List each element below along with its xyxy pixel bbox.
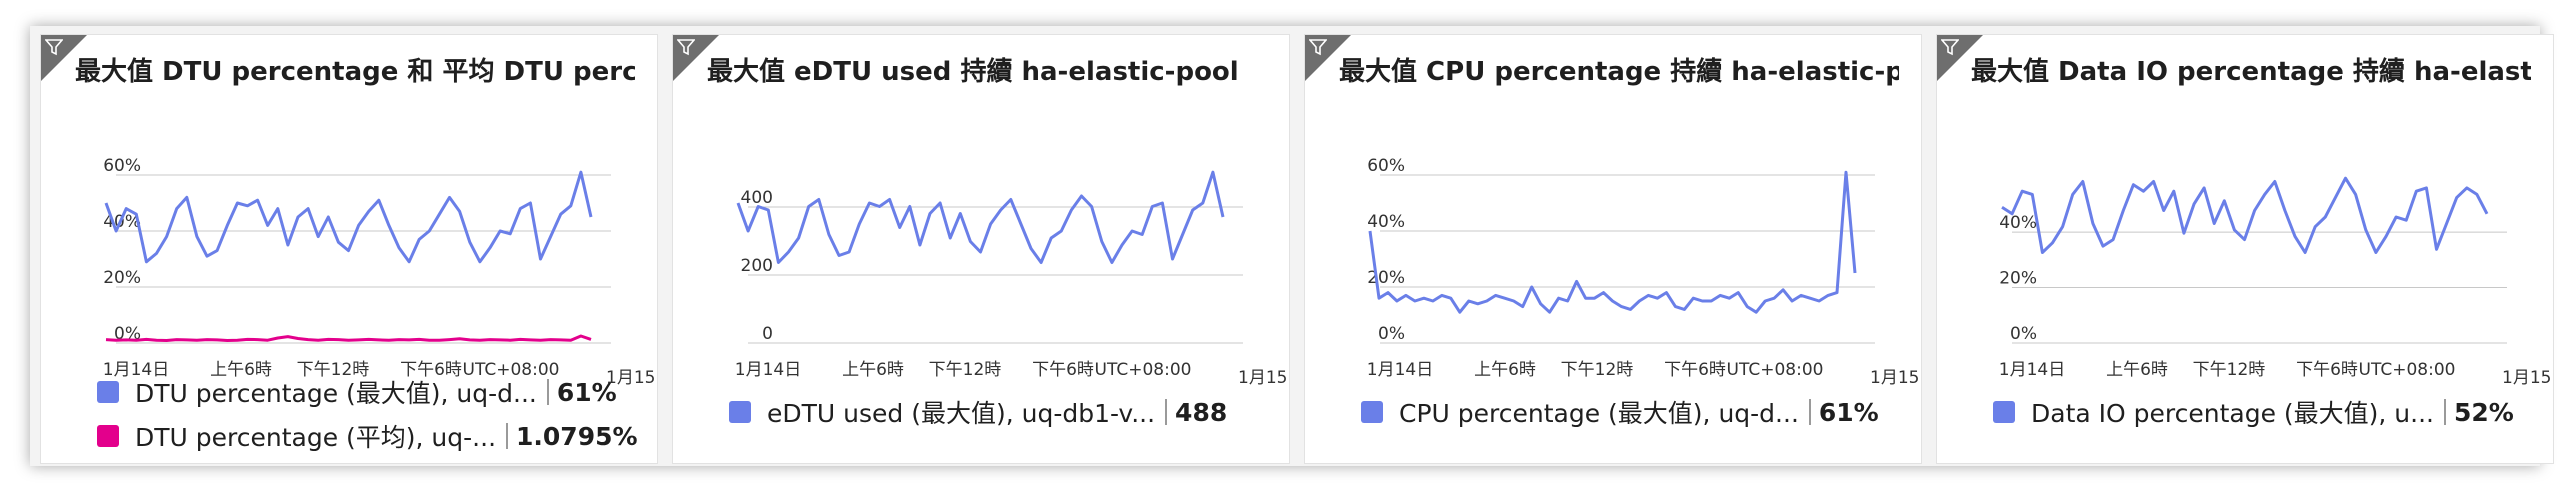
filter-icon[interactable]: [45, 38, 63, 56]
y-tick-label: 40%: [1367, 212, 1405, 232]
y-tick-label: 60%: [1367, 156, 1405, 176]
legend-separator: [506, 423, 509, 449]
x-tick-label: 下午6時: [1032, 360, 1094, 380]
tile-title: 最大值 eDTU used 持續 ha-elastic-pool: [707, 57, 1239, 87]
tile-title: 最大值 Data IO percentage 持續 ha-elastic-...: [1971, 57, 2531, 87]
y-tick-label: 20%: [103, 268, 141, 288]
legend-series-name: DTU percentage (最大值), uq-d...: [135, 379, 537, 408]
y-tick-label: 0%: [2010, 324, 2037, 344]
x-tick-label: 1月15日 下午: [2502, 368, 2554, 388]
x-tick-label: 1月14日: [1367, 360, 1433, 380]
filter-icon[interactable]: [1941, 38, 1959, 56]
y-tick-label: 200: [741, 256, 773, 276]
chart-legend: DTU percentage (最大值), uq-d... 61% DTU perc…: [97, 370, 638, 458]
legend-item[interactable]: eDTU used (最大值), uq-db1-v... 488: [729, 390, 1269, 434]
x-tick-label: 1月15日 下午: [1238, 368, 1290, 388]
x-tick-label: 1月15日 下午: [1870, 368, 1922, 388]
x-tick-label: 上午6時: [842, 360, 904, 380]
y-tick-label: 0: [762, 324, 773, 344]
chart-legend: eDTU used (最大值), uq-db1-v... 488: [729, 390, 1269, 434]
x-tick-label: UTC+08:00: [2359, 360, 2456, 380]
y-tick-label: 20%: [1999, 269, 2037, 289]
legend-swatch: [97, 425, 119, 447]
x-tick-label: 下午12時: [2193, 360, 2266, 380]
legend-value: 1.0795%: [516, 421, 638, 451]
legend-item[interactable]: Data IO percentage (最大值), u... 52%: [1993, 390, 2533, 434]
x-tick-label: 上午6時: [2106, 360, 2168, 380]
x-tick-label: 下午12時: [929, 360, 1002, 380]
x-tick-label: 1月14日: [735, 360, 801, 380]
x-tick-label: UTC+08:00: [1095, 360, 1192, 380]
y-tick-label: 0%: [1378, 324, 1405, 344]
x-tick-label: 上午6時: [1474, 360, 1536, 380]
legend-separator: [1165, 399, 1168, 425]
legend-item[interactable]: DTU percentage (平均), uq-... 1.0795%: [97, 414, 638, 458]
legend-series-name: eDTU used (最大值), uq-db1-v...: [767, 399, 1156, 428]
series-line-1[interactable]: [2001, 176, 2489, 254]
line-chart[interactable]: 400 200 0 1月14日 上午6時 下午12時 下午6時UTC+08:00 1月15日 …: [673, 105, 1290, 395]
x-tick-label: 下午12時: [1561, 360, 1634, 380]
series-line-2[interactable]: [105, 334, 592, 342]
line-chart[interactable]: 60% 40% 20% 0% 1月14日 上午6時 下午12時 下午6時 UTC+08:00 1月…: [1305, 105, 1922, 395]
legend-value: 488: [1175, 397, 1228, 427]
metric-tile-4[interactable]: 最大值 Data IO percentage 持續 ha-elastic-...…: [1936, 34, 2554, 464]
line-chart[interactable]: 60%40%20%0%1月14日 上午6時 下午12時 下午6時 UTC+08:00 1月…: [41, 105, 658, 395]
y-tick-label: 60%: [103, 156, 141, 176]
x-tick-label: 下午6時: [1664, 360, 1726, 380]
x-tick-label: 下午6時: [2296, 360, 2358, 380]
legend-separator: [2444, 399, 2446, 425]
legend-series-name: CPU percentage (最大值), uq-d...: [1399, 399, 1799, 428]
legend-swatch: [1361, 401, 1383, 423]
metric-tile-1[interactable]: 最大值 DTU percentage 和 平均 DTU percen... 60%…: [40, 34, 658, 464]
legend-value: 61%: [1818, 397, 1879, 427]
legend-value: 52%: [2454, 397, 2514, 427]
legend-swatch: [1993, 401, 2015, 423]
legend-swatch: [729, 401, 751, 423]
metric-tile-3[interactable]: 最大值 CPU percentage 持續 ha-elastic-pool 60%…: [1304, 34, 1922, 464]
legend-separator: [1808, 399, 1811, 425]
legend-series-name: DTU percentage (平均), uq-...: [135, 423, 497, 452]
legend-item[interactable]: CPU percentage (最大值), uq-d... 61%: [1361, 390, 1901, 434]
series-line-1[interactable]: [736, 170, 1225, 264]
filter-icon[interactable]: [677, 38, 695, 56]
chart-legend: Data IO percentage (最大值), u... 52%: [1993, 390, 2533, 434]
line-chart[interactable]: 40% 20% 0% 1月14日 上午6時 下午12時 下午6時UTC+08:00 1月15日…: [1937, 105, 2554, 395]
series-line-1[interactable]: [104, 170, 593, 264]
legend-series-name: Data IO percentage (最大值), u...: [2031, 399, 2434, 428]
x-tick-label: 1月14日: [1999, 360, 2065, 380]
chart-legend: CPU percentage (最大值), uq-d... 61%: [1361, 390, 1901, 434]
tile-title: 最大值 DTU percentage 和 平均 DTU percen...: [75, 57, 635, 87]
filter-icon[interactable]: [1309, 38, 1327, 56]
legend-value: 61%: [556, 377, 617, 407]
series-line-1[interactable]: [1368, 170, 1857, 314]
legend-item[interactable]: DTU percentage (最大值), uq-d... 61%: [97, 370, 637, 414]
tile-title: 最大值 CPU percentage 持續 ha-elastic-pool: [1339, 57, 1899, 87]
metric-tile-2[interactable]: 最大值 eDTU used 持續 ha-elastic-pool 400 200 0 1…: [672, 34, 1290, 464]
x-tick-label: UTC+08:00: [1727, 360, 1824, 380]
legend-separator: [546, 379, 549, 405]
y-tick-label: 40%: [1999, 213, 2037, 233]
legend-swatch: [97, 381, 119, 403]
y-tick-label: 400: [741, 188, 773, 208]
y-tick-label: 20%: [1367, 268, 1405, 288]
